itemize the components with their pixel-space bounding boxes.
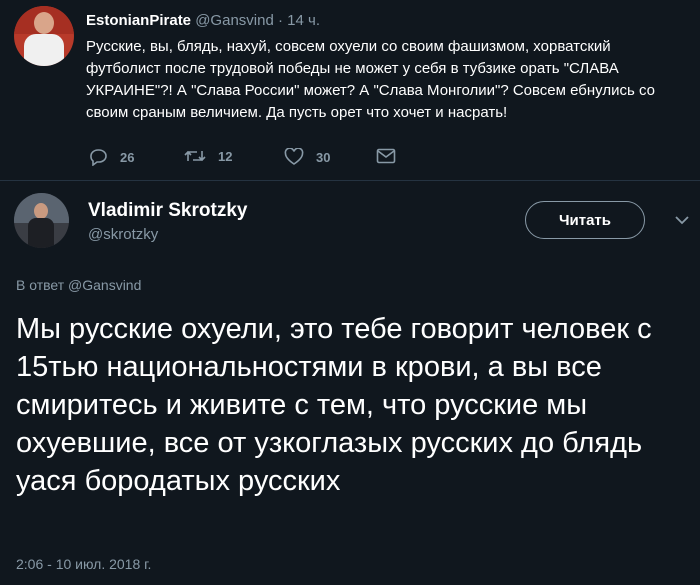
reply-button[interactable]: 26 (88, 148, 134, 166)
retweet-count: 12 (218, 148, 233, 164)
tweet-actions: 26 12 30 (88, 148, 508, 170)
like-button[interactable]: 30 (284, 148, 330, 166)
divider (0, 180, 700, 181)
tweet-header: EstonianPirate @Gansvind · 14 ч. (86, 12, 320, 29)
tweet-text: Мы русские охуели, это тебе говорит чело… (16, 313, 652, 497)
reply-count: 26 (120, 149, 135, 165)
retweet-button[interactable]: 12 (184, 148, 232, 164)
message-button[interactable] (376, 148, 408, 164)
avatar[interactable] (14, 6, 74, 66)
avatar[interactable] (14, 193, 69, 248)
reply-to-label: В ответ @Gansvind (16, 277, 142, 293)
tweet-time[interactable]: 14 ч. (287, 12, 320, 29)
envelope-icon (376, 148, 396, 164)
author-name[interactable]: Vladimir Skrotzky (88, 200, 247, 222)
tweet-timestamp[interactable]: 2:06 - 10 июл. 2018 г. (16, 556, 151, 572)
author-name[interactable]: EstonianPirate (86, 12, 191, 29)
heart-icon (284, 148, 304, 165)
separator: · (277, 12, 283, 29)
retweet-icon (184, 150, 206, 162)
author-handle[interactable]: @Gansvind (195, 12, 274, 29)
author-handle[interactable]: @skrotzky (88, 226, 158, 243)
tweet-original: EstonianPirate @Gansvind · 14 ч. Русские… (0, 0, 700, 180)
tweet-text: Русские, вы, блядь, нахуй, совсем охуели… (86, 38, 655, 121)
like-count: 30 (316, 149, 331, 165)
chevron-down-icon[interactable] (674, 214, 690, 226)
follow-button[interactable]: Читать (525, 201, 645, 239)
reply-icon (90, 149, 107, 166)
